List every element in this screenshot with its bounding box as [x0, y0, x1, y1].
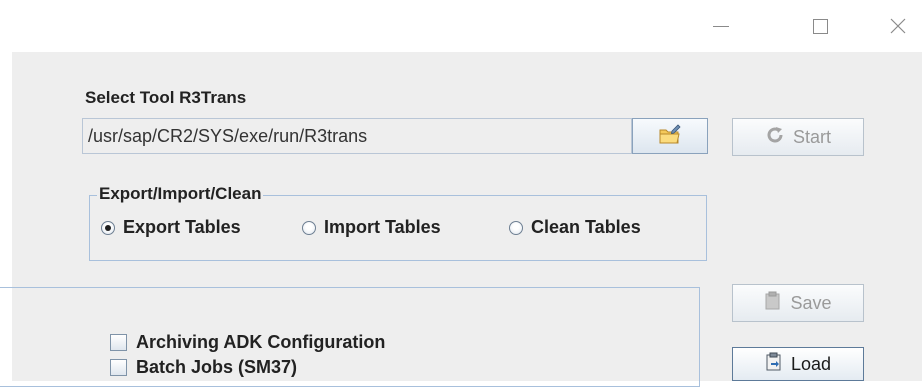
radio-export-tables[interactable]: Export Tables — [101, 217, 241, 238]
save-button-label: Save — [790, 292, 832, 313]
checkbox-batch-jobs[interactable]: Batch Jobs (SM37) — [110, 357, 297, 378]
main-panel: Select Tool R3Trans /usr/sap/CR2/SYS/exe… — [0, 52, 922, 387]
maximize-icon[interactable] — [800, 14, 840, 38]
load-button-label: Load — [790, 353, 832, 374]
radio-button[interactable] — [509, 220, 523, 235]
browse-button[interactable] — [632, 118, 708, 154]
clipboard-load-icon — [765, 352, 783, 377]
group-title: Export/Import/Clean — [97, 184, 264, 204]
radio-button[interactable] — [302, 220, 316, 235]
checkbox[interactable] — [110, 334, 127, 351]
checkbox-label: Batch Jobs (SM37) — [136, 357, 298, 377]
radio-label: Export Tables — [123, 217, 241, 237]
radio-clean-tables[interactable]: Clean Tables — [509, 217, 641, 238]
refresh-icon — [765, 125, 785, 150]
save-button[interactable]: Save — [732, 284, 864, 322]
select-tool-label: Select Tool R3Trans — [85, 88, 247, 107]
clipboard-icon — [764, 291, 782, 316]
close-icon[interactable] — [878, 14, 918, 38]
radio-import-tables[interactable]: Import Tables — [302, 217, 441, 238]
radio-label: Import Tables — [324, 217, 441, 237]
checkbox-label: Archiving ADK Configuration — [136, 332, 386, 352]
load-button[interactable]: Load — [732, 347, 864, 381]
radio-label: Clean Tables — [531, 217, 641, 237]
minimize-icon[interactable] — [701, 14, 741, 38]
r3trans-path-field[interactable]: /usr/sap/CR2/SYS/exe/run/R3trans — [82, 118, 632, 154]
start-button-label: Start — [792, 126, 831, 147]
title-bar — [0, 0, 922, 52]
checkbox[interactable] — [110, 359, 127, 376]
start-button[interactable]: Start — [732, 118, 864, 156]
folder-edit-icon — [658, 123, 682, 150]
radio-button[interactable] — [101, 220, 115, 235]
checkbox-archiving-adk[interactable]: Archiving ADK Configuration — [110, 332, 385, 353]
